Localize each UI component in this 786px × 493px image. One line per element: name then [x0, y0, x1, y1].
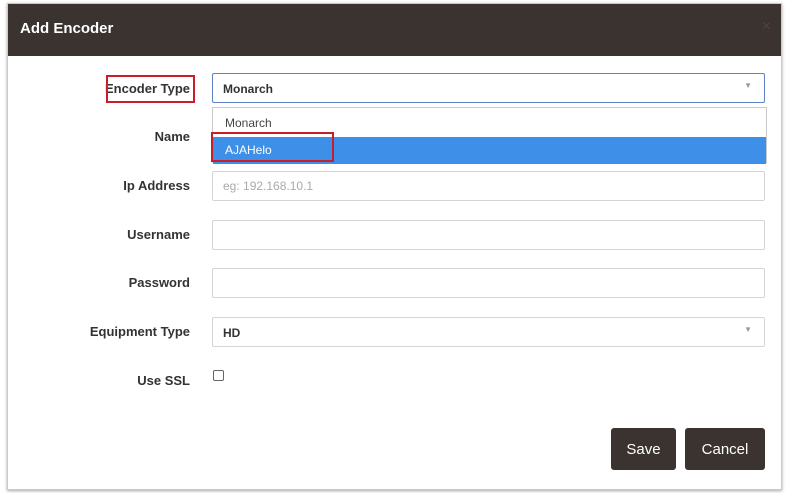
encoder-type-annotation-box — [106, 75, 195, 103]
encoder-type-value: Monarch — [223, 82, 274, 96]
name-label: Name — [154, 129, 190, 144]
password-label: Password — [128, 275, 190, 290]
encoder-type-select[interactable]: Monarch ▼ — [212, 73, 765, 103]
equipment-type-select[interactable]: HD ▼ — [212, 317, 765, 347]
save-button[interactable]: Save — [611, 428, 676, 470]
dialog-header: Add Encoder × — [8, 4, 781, 56]
dialog-title: Add Encoder — [20, 20, 114, 37]
ip-address-label: Ip Address — [123, 178, 190, 193]
close-icon[interactable]: × — [762, 19, 771, 35]
use-ssl-checkbox[interactable] — [213, 370, 224, 381]
username-label: Username — [127, 227, 190, 242]
equipment-type-label: Equipment Type — [89, 324, 190, 339]
username-input[interactable] — [212, 220, 765, 250]
chevron-down-icon: ▼ — [744, 81, 752, 90]
chevron-down-icon: ▼ — [744, 325, 752, 334]
password-input[interactable] — [212, 268, 765, 298]
ajahelo-annotation-box — [211, 132, 334, 162]
ip-address-input[interactable] — [212, 171, 765, 201]
cancel-button[interactable]: Cancel — [685, 428, 765, 470]
add-encoder-dialog: Add Encoder × Encoder Type Monarch ▼ Mon… — [7, 3, 782, 490]
use-ssl-label: Use SSL — [137, 373, 190, 388]
equipment-type-value: HD — [223, 326, 241, 340]
